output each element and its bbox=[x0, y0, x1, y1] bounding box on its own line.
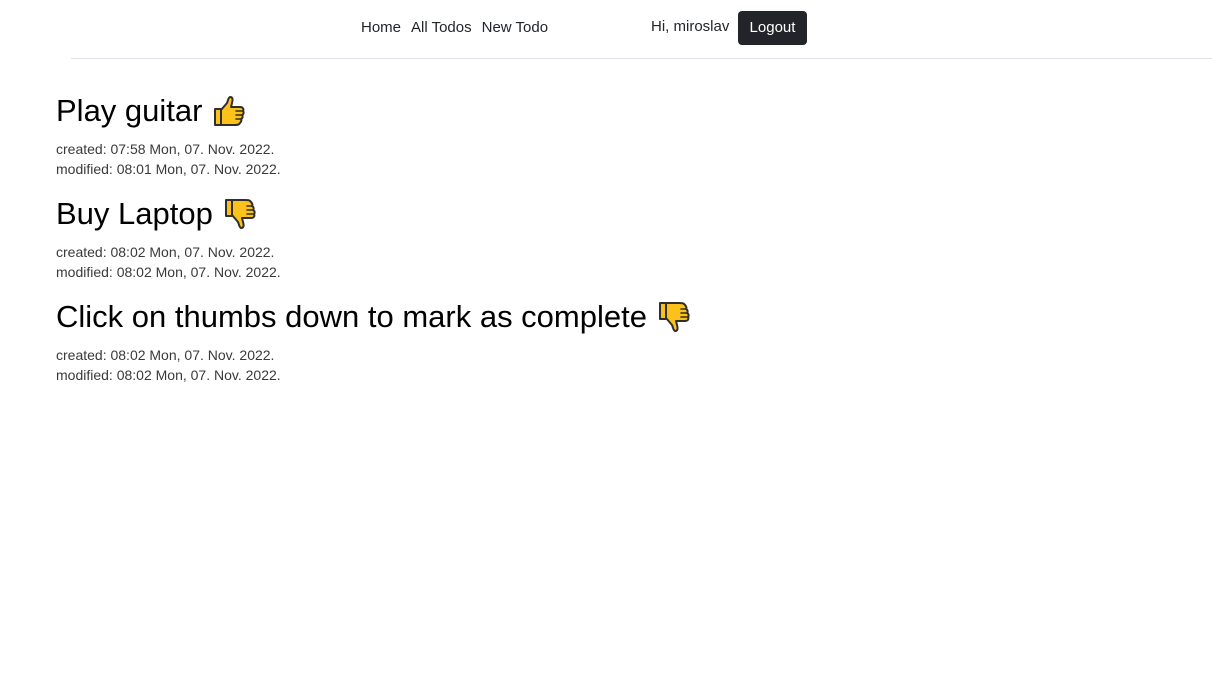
user-greeting: Hi, miroslav bbox=[651, 18, 730, 35]
nav-all-todos-link[interactable]: All Todos bbox=[411, 19, 472, 37]
todo-item: Play guitar created: 07:58 Mon, 07. Nov.… bbox=[56, 92, 1156, 195]
todo-list: Play guitar created: 07:58 Mon, 07. Nov.… bbox=[56, 92, 1156, 401]
thumbs-up-icon[interactable] bbox=[212, 94, 246, 128]
todo-modified-date: modified: 08:02 Mon, 07. Nov. 2022. bbox=[56, 367, 281, 383]
todo-created-date: created: 08:02 Mon, 07. Nov. 2022. bbox=[56, 244, 275, 260]
thumbs-down-icon[interactable] bbox=[223, 197, 257, 231]
todo-created-date: created: 08:02 Mon, 07. Nov. 2022. bbox=[56, 347, 275, 363]
thumbs-down-icon[interactable] bbox=[657, 300, 691, 334]
todo-meta: created: 08:02 Mon, 07. Nov. 2022. modif… bbox=[56, 242, 1156, 282]
nav-home-link[interactable]: Home bbox=[361, 19, 401, 37]
page: Home All Todos New Todo Hi, miroslav Log… bbox=[0, 0, 1212, 682]
todo-item: Buy Laptop created: 08:02 Mon, 07. Nov. … bbox=[56, 195, 1156, 298]
nav-links: Home All Todos New Todo bbox=[361, 19, 558, 37]
todo-modified-date: modified: 08:02 Mon, 07. Nov. 2022. bbox=[56, 264, 281, 280]
todo-title-row: Click on thumbs down to mark as complete bbox=[56, 298, 1156, 336]
nav-divider bbox=[71, 58, 1212, 59]
todo-created-date: created: 07:58 Mon, 07. Nov. 2022. bbox=[56, 141, 275, 157]
todo-title: Buy Laptop bbox=[56, 196, 213, 231]
todo-item: Click on thumbs down to mark as complete… bbox=[56, 298, 1156, 401]
todo-title: Click on thumbs down to mark as complete bbox=[56, 299, 647, 334]
todo-title-row: Play guitar bbox=[56, 92, 1156, 130]
logout-button[interactable]: Logout bbox=[738, 11, 807, 45]
todo-title: Play guitar bbox=[56, 93, 203, 128]
nav-new-todo-link[interactable]: New Todo bbox=[482, 19, 548, 37]
todo-meta: created: 07:58 Mon, 07. Nov. 2022. modif… bbox=[56, 139, 1156, 179]
top-navbar: Home All Todos New Todo Hi, miroslav Log… bbox=[0, 0, 1212, 59]
todo-meta: created: 08:02 Mon, 07. Nov. 2022. modif… bbox=[56, 345, 1156, 385]
todo-title-row: Buy Laptop bbox=[56, 195, 1156, 233]
todo-modified-date: modified: 08:01 Mon, 07. Nov. 2022. bbox=[56, 161, 281, 177]
